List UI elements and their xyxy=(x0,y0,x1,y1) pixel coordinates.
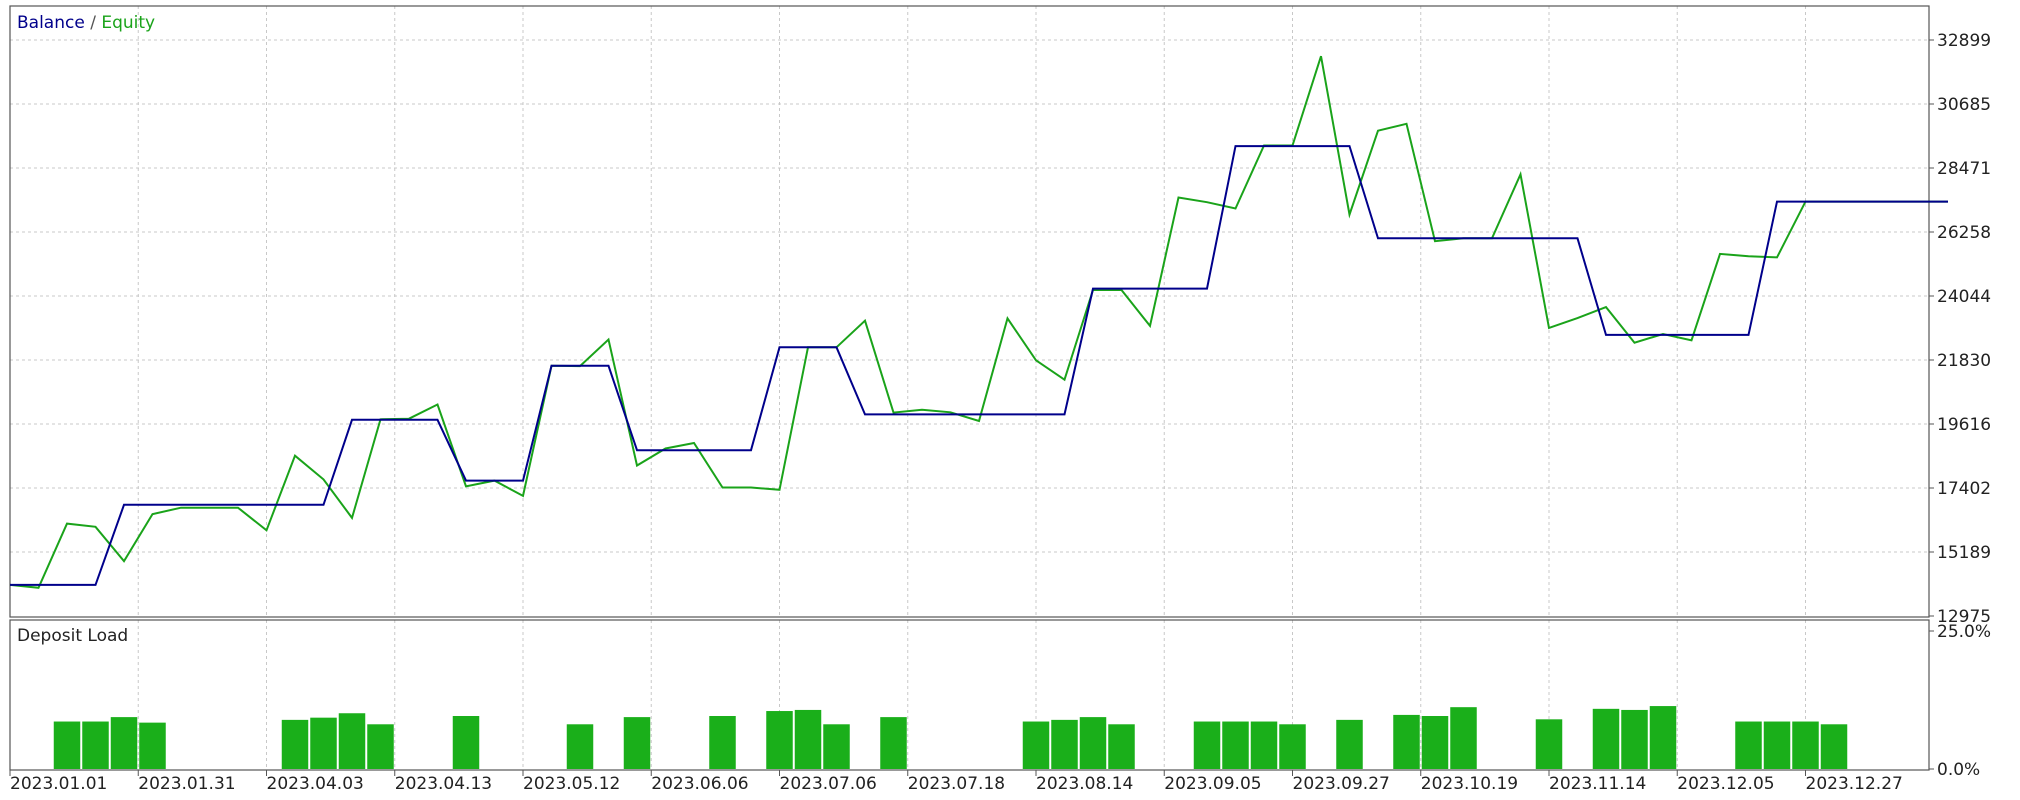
deposit-load-bar xyxy=(1193,721,1221,769)
deposit-load-bar xyxy=(367,724,394,769)
deposit-load-bar xyxy=(823,724,850,769)
deposit-load-bar xyxy=(1535,719,1563,769)
y-tick-label: 17402 xyxy=(1937,479,1991,499)
deposit-load-bar xyxy=(566,724,594,769)
deposit-load-bar xyxy=(1763,721,1791,769)
x-tick-label: 2023.01.01 xyxy=(10,774,107,794)
x-tick-label: 2023.06.06 xyxy=(651,774,748,794)
deposit-load-bar xyxy=(139,722,166,769)
y-tick-label: 25.0% xyxy=(1937,622,1991,642)
deposit-load-bar xyxy=(1792,721,1819,769)
deposit-load-bar xyxy=(281,719,309,769)
deposit-load-bar xyxy=(1421,716,1449,769)
legend-equity: Equity xyxy=(101,13,155,33)
deposit-load-bar xyxy=(1735,721,1762,769)
deposit-load-bar xyxy=(1820,724,1848,769)
deposit-load-bar xyxy=(1022,721,1050,769)
deposit-load-bar xyxy=(1336,719,1363,769)
y-tick-label: 0.0% xyxy=(1937,760,1980,780)
deposit-load-bar xyxy=(1450,707,1477,769)
deposit-load-bar xyxy=(338,713,366,769)
deposit-load-bar xyxy=(53,721,81,769)
y-tick-label: 26258 xyxy=(1937,223,1991,243)
y-tick-label: 28471 xyxy=(1937,159,1991,179)
deposit-load-bar xyxy=(1079,717,1107,769)
legend: Balance / Equity xyxy=(17,13,155,33)
deposit-load-bar xyxy=(1279,724,1306,769)
deposit-load-bar xyxy=(623,717,651,769)
deposit-load-bar xyxy=(794,709,822,769)
x-tick-label: 2023.04.13 xyxy=(395,774,492,794)
deposit-load-bar xyxy=(1649,706,1677,769)
y-tick-label: 32899 xyxy=(1937,31,1991,51)
y-tick-label: 15189 xyxy=(1937,543,1991,563)
x-tick-label: 2023.12.05 xyxy=(1677,774,1774,794)
deposit-load-bar xyxy=(766,711,793,769)
x-tick-label: 2023.09.27 xyxy=(1293,774,1390,794)
y-tick-label: 30685 xyxy=(1937,95,1991,115)
deposit-load-bar xyxy=(1621,709,1648,769)
chart-root: 32899 30685 28471 26258 24044 21830 19616 17402… xyxy=(0,0,2020,796)
deposit-load-bar xyxy=(880,717,907,769)
deposit-load-bar xyxy=(709,716,736,769)
y-tick-label: 19616 xyxy=(1937,415,1991,435)
deposit-load-bar xyxy=(1108,724,1135,769)
legend-balance: Balance xyxy=(17,13,85,33)
x-tick-label: 2023.08.14 xyxy=(1036,774,1133,794)
deposit-load-bar xyxy=(110,717,138,769)
x-tick-label: 2023.11.14 xyxy=(1549,774,1646,794)
deposit-load-bar xyxy=(1051,719,1078,769)
deposit-load-bar xyxy=(1393,714,1420,769)
chart-background xyxy=(0,0,2020,796)
x-tick-label: 2023.09.05 xyxy=(1164,774,1261,794)
y-tick-label: 24044 xyxy=(1937,287,1991,307)
balance-equity-chart: 32899 30685 28471 26258 24044 21830 19616 17402… xyxy=(0,0,2020,796)
x-tick-label: 2023.05.12 xyxy=(523,774,620,794)
x-tick-label: 2023.10.19 xyxy=(1421,774,1518,794)
x-tick-label: 2023.07.06 xyxy=(780,774,877,794)
x-tick-label: 2023.04.03 xyxy=(267,774,364,794)
x-axis: 2023.01.01 2023.01.31 2023.04.03 2023.04.13… xyxy=(9,770,1903,794)
deposit-load-bar xyxy=(1222,721,1249,769)
x-tick-label: 2023.12.27 xyxy=(1806,774,1903,794)
x-tick-label: 2023.01.31 xyxy=(138,774,235,794)
deposit-load-title: Deposit Load xyxy=(17,626,128,646)
deposit-load-bar xyxy=(82,721,109,769)
deposit-load-bar xyxy=(452,716,480,769)
x-tick-label: 2023.07.18 xyxy=(908,774,1005,794)
deposit-load-bar xyxy=(1250,721,1278,769)
y-tick-label: 21830 xyxy=(1937,351,1991,371)
deposit-load-bar xyxy=(1592,708,1620,769)
legend-separator: / xyxy=(85,13,102,33)
deposit-load-bar xyxy=(310,717,337,769)
